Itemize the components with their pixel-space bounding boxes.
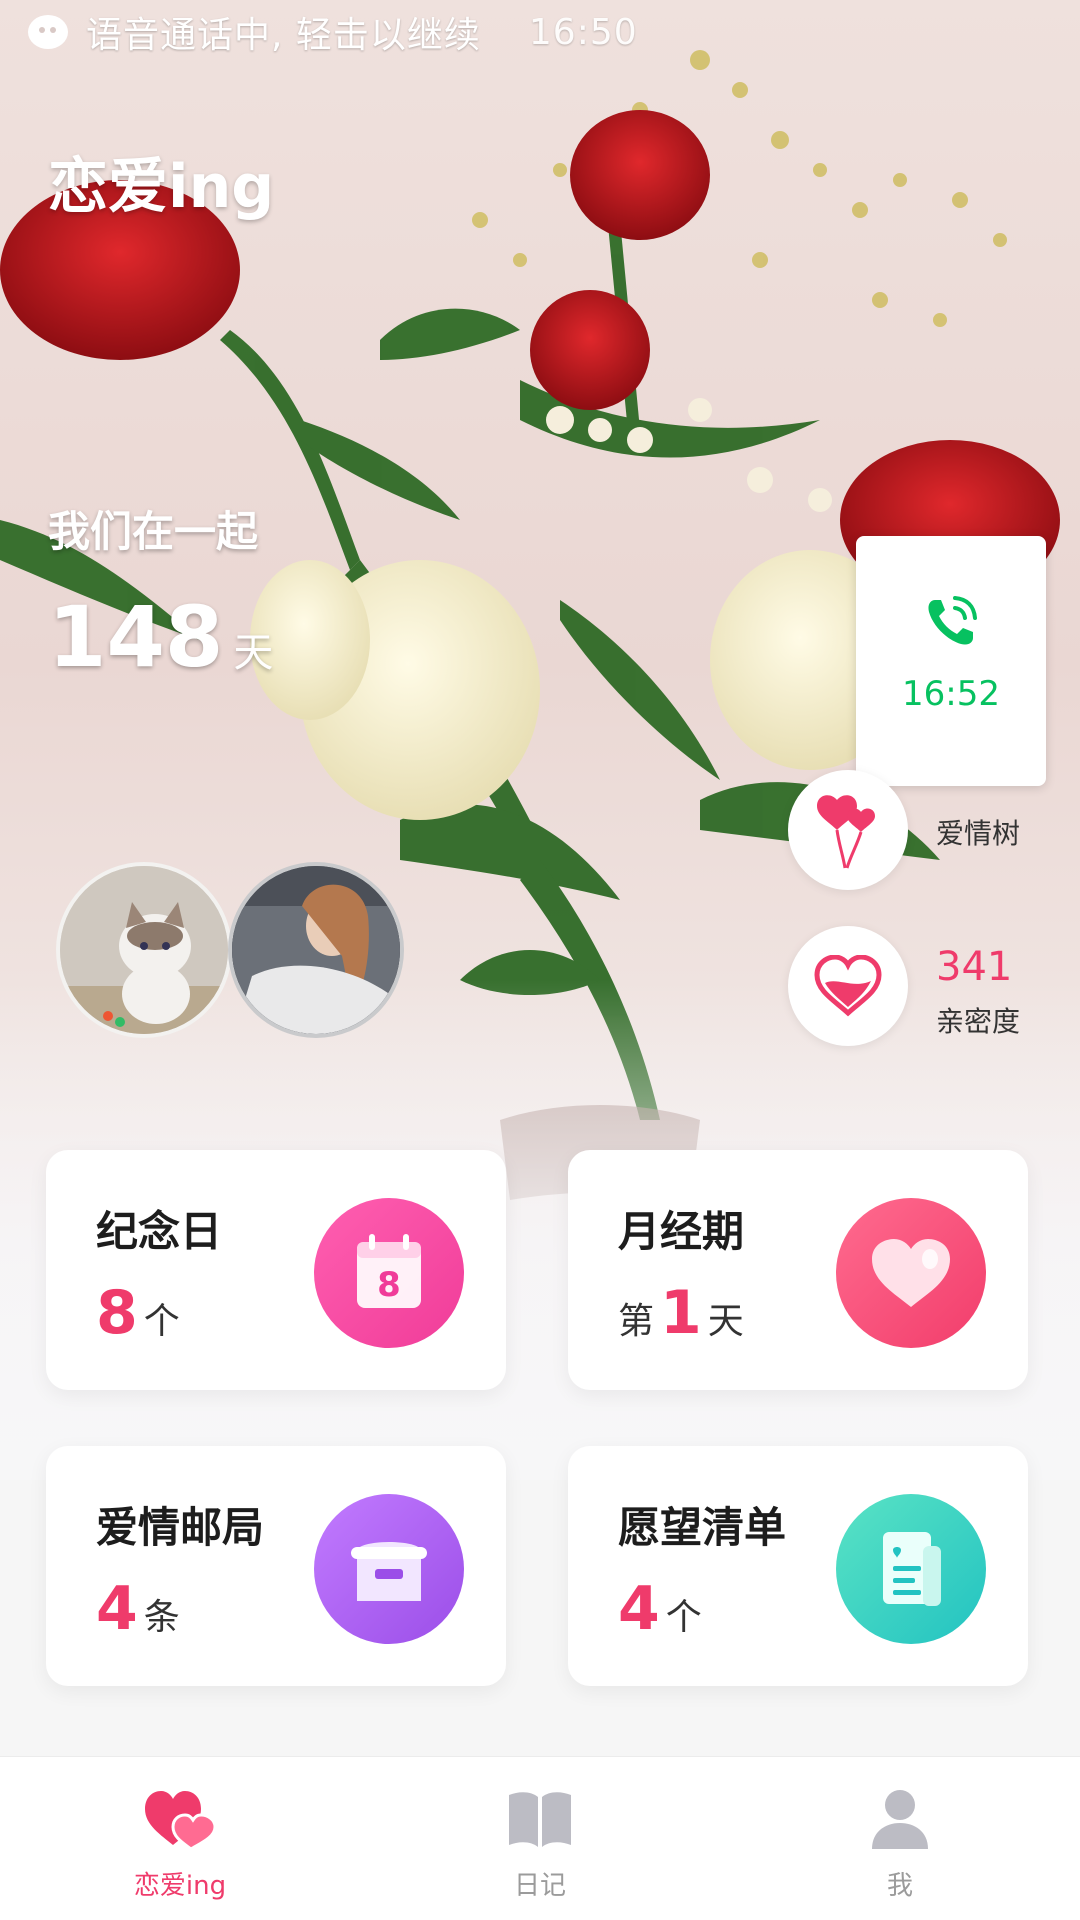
days-unit: 天 — [233, 630, 274, 676]
svg-text:8: 8 — [377, 1265, 401, 1305]
days-together: 148 天 — [48, 588, 273, 686]
period-card[interactable]: 月经期 第 1 天 — [568, 1150, 1028, 1390]
intimacy-label: 亲密度 — [936, 1005, 1021, 1038]
cat-photo — [60, 866, 228, 1034]
card-title: 愿望清单 — [618, 1503, 787, 1552]
card-count: 1 — [660, 1278, 702, 1348]
card-count: 4 — [618, 1574, 660, 1644]
tab-me[interactable]: 我 — [720, 1757, 1080, 1920]
card-unit: 天 — [707, 1301, 744, 1342]
card-count: 8 — [96, 1278, 138, 1348]
card-unit: 条 — [143, 1597, 180, 1638]
card-title: 纪念日 — [96, 1207, 223, 1256]
card-count: 4 — [96, 1574, 138, 1644]
wechat-bubble-icon — [28, 15, 68, 49]
card-prefix: 第 — [618, 1301, 655, 1342]
card-title: 月经期 — [618, 1207, 745, 1256]
love-tree-label[interactable]: 爱情树 — [936, 812, 1020, 852]
love-post-card[interactable]: 爱情邮局 4 条 — [46, 1446, 506, 1686]
status-time: 16:50 — [528, 11, 638, 53]
days-count: 148 — [48, 588, 224, 686]
tab-label: 我 — [886, 1871, 913, 1901]
together-label: 我们在一起 — [48, 507, 259, 556]
calendar-icon: 8 — [314, 1198, 464, 1348]
call-widget[interactable]: 16:52 — [856, 536, 1046, 786]
avatar-partner-2[interactable] — [228, 862, 404, 1038]
bottom-tab-bar: 恋爱ing 日记 我 — [0, 1756, 1080, 1920]
phone-call-icon — [928, 596, 977, 645]
card-unit: 个 — [665, 1597, 702, 1638]
mailbox-icon — [314, 1494, 464, 1644]
tab-label: 日记 — [513, 1871, 566, 1901]
heart-level-icon — [814, 955, 882, 1017]
anniversary-card[interactable]: 纪念日 8 个 8 — [46, 1150, 506, 1390]
status-bar[interactable]: 语音通话中, 轻击以继续 16:50 — [0, 0, 1080, 64]
card-value: 4 条 — [96, 1574, 180, 1644]
person-photo — [232, 866, 400, 1034]
tab-diary[interactable]: 日记 — [360, 1757, 720, 1920]
intimacy-button[interactable] — [788, 926, 908, 1046]
love-tree-button[interactable] — [788, 770, 908, 890]
tab-love[interactable]: 恋爱ing — [0, 1757, 360, 1920]
card-unit: 个 — [143, 1301, 180, 1342]
card-value: 4 个 — [618, 1574, 702, 1644]
card-title: 爱情邮局 — [96, 1503, 265, 1552]
intimacy-value: 341 — [936, 944, 1013, 990]
card-value: 第 1 天 — [618, 1278, 744, 1348]
app-title: 恋爱ing — [48, 152, 275, 222]
avatar-partner-1[interactable] — [56, 862, 232, 1038]
wishlist-card[interactable]: 愿望清单 4 个 — [568, 1446, 1028, 1686]
receipt-icon — [836, 1494, 986, 1644]
heart-icon — [836, 1198, 986, 1348]
call-status-text[interactable]: 语音通话中, 轻击以继续 — [86, 6, 481, 58]
love-tree-icon — [817, 795, 875, 869]
card-value: 8 个 — [96, 1278, 180, 1348]
person-icon — [872, 1790, 928, 1849]
book-icon — [509, 1792, 571, 1847]
hearts-icon — [145, 1791, 217, 1851]
call-duration: 16:52 — [902, 674, 1000, 714]
tab-label: 恋爱ing — [133, 1871, 227, 1901]
